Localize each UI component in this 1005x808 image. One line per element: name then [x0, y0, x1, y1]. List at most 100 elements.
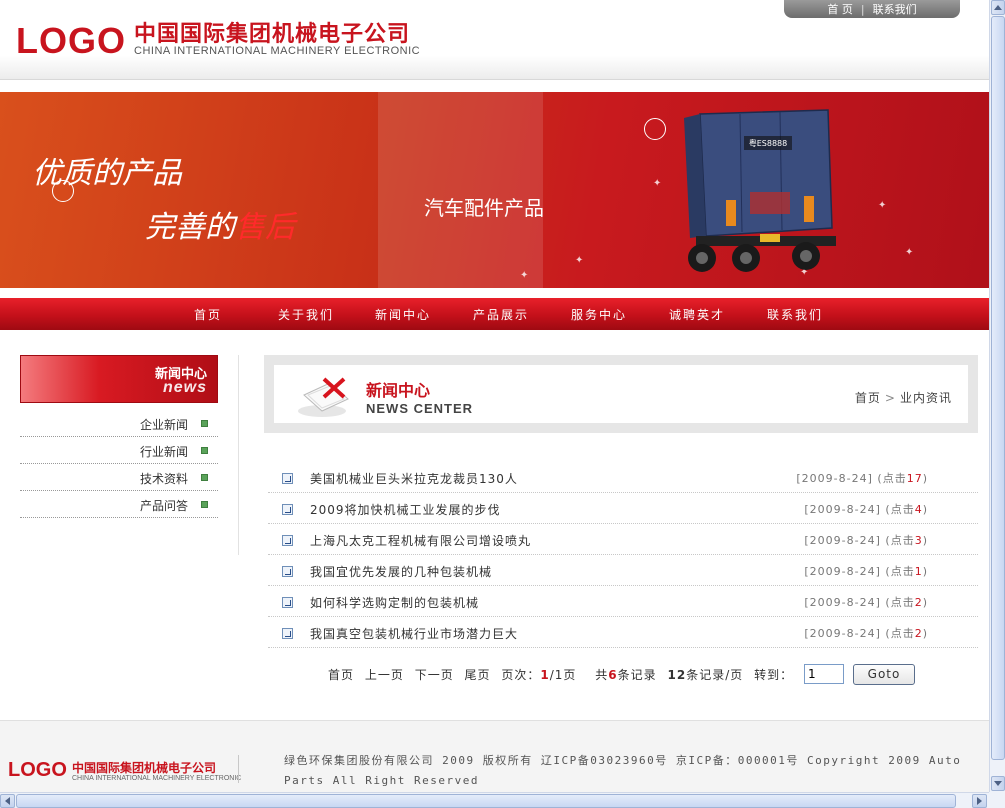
news-title-link[interactable]: 美国机械业巨头米拉克龙裁员130人 — [310, 470, 518, 487]
arrow-bullet-icon — [282, 473, 293, 484]
news-title-link[interactable]: 2009将加快机械工业发展的步伐 — [310, 501, 501, 518]
scroll-left-button[interactable] — [0, 794, 15, 808]
breadcrumb: 首页 > 业内资讯 — [855, 389, 952, 406]
nav-item-news[interactable]: 新闻中心 — [375, 306, 431, 323]
section-header-inner: 新闻中心 NEWS CENTER 首页 > 业内资讯 — [274, 365, 968, 423]
news-clicks-prefix: (点击 — [885, 596, 915, 609]
nav-item-careers[interactable]: 诚聘英才 — [669, 306, 725, 323]
site-footer: LOGO 中国国际集团机械电子公司 CHINA INTERNATIONAL MA… — [0, 720, 989, 792]
news-date: [2009-8-24] — [804, 503, 881, 516]
news-date: [2009-8-24] — [804, 627, 881, 640]
star-icon: ✦ — [520, 270, 529, 281]
slogan-line2-a: 完善的 — [145, 210, 235, 245]
logo[interactable]: LOGO — [16, 20, 126, 62]
top-link-home[interactable]: 首 页 — [827, 1, 853, 17]
news-title-link[interactable]: 上海凡太克工程机械有限公司增设喷丸 — [310, 532, 531, 549]
news-center-icon — [298, 377, 349, 417]
breadcrumb-home[interactable]: 首页 — [855, 391, 881, 405]
pager-goto-input[interactable] — [804, 664, 844, 684]
breadcrumb-current: 业内资讯 — [899, 391, 952, 405]
nav-item-service[interactable]: 服务中心 — [571, 306, 627, 323]
nav-item-products[interactable]: 产品展示 — [473, 306, 529, 323]
news-clicks: 3 — [914, 534, 923, 547]
vertical-scroll-thumb[interactable] — [991, 16, 1005, 760]
news-clicks-suffix: ) — [922, 565, 928, 578]
sidebar-item-product-faq[interactable]: 产品问答 — [20, 491, 218, 518]
top-link-separator: | — [860, 2, 865, 16]
news-clicks-suffix: ) — [922, 596, 928, 609]
pager-first-link[interactable]: 首页 — [328, 668, 354, 682]
bullet-square-icon — [201, 447, 208, 454]
sidebar-item-tech-docs[interactable]: 技术资料 — [20, 464, 218, 491]
news-meta: [2009-8-24] (点击4) — [804, 501, 928, 517]
breadcrumb-separator: > — [884, 391, 896, 405]
pager-goto-label: 转到： — [754, 668, 794, 682]
news-clicks: 1 — [914, 565, 923, 578]
horizontal-scrollbar[interactable] — [0, 792, 989, 808]
pager-total-info: 共6条记录 — [595, 668, 656, 682]
goto-button[interactable]: Goto — [853, 664, 915, 685]
banner-mid-panel — [378, 92, 543, 288]
pager-total-suffix: 条记录 — [617, 668, 657, 682]
news-clicks-prefix: (点击 — [885, 565, 915, 578]
arrow-left-icon — [5, 797, 10, 805]
pager-prev-link[interactable]: 上一页 — [365, 668, 404, 682]
arrow-right-icon — [977, 797, 982, 805]
star-icon: ✦ — [575, 255, 584, 266]
main-nav: 首页 关于我们 新闻中心 产品展示 服务中心 诚聘英才 联系我们 — [0, 298, 989, 330]
horizontal-scroll-thumb[interactable] — [16, 794, 956, 808]
news-row: 我国真空包装机械行业市场潜力巨大 [2009-8-24] (点击2) — [268, 617, 978, 648]
scroll-down-button[interactable] — [991, 776, 1005, 791]
news-list: 美国机械业巨头米拉克龙裁员130人 [2009-8-24] (点击17) 200… — [268, 462, 978, 648]
nav-item-home[interactable]: 首页 — [194, 306, 222, 323]
news-title-link[interactable]: 如何科学选购定制的包装机械 — [310, 594, 479, 611]
bullet-square-icon — [201, 420, 208, 427]
banner-title: 汽车配件产品 — [424, 196, 544, 220]
news-clicks-suffix: ) — [922, 627, 928, 640]
sidebar-item-label: 产品问答 — [139, 499, 188, 513]
truck-plate: 粤ES8888 — [749, 138, 788, 148]
star-icon: ✦ — [905, 247, 914, 258]
news-clicks-suffix: ) — [922, 472, 928, 485]
arrow-bullet-icon — [282, 597, 293, 608]
arrow-bullet-icon — [282, 566, 293, 577]
arrow-up-icon — [994, 5, 1002, 10]
top-link-contact[interactable]: 联系我们 — [873, 1, 917, 17]
news-clicks: 4 — [914, 503, 923, 516]
footer-company-cn: 中国国际集团机械电子公司 — [72, 761, 217, 775]
news-meta: [2009-8-24] (点击2) — [804, 594, 928, 610]
footer-divider — [238, 755, 239, 783]
vertical-scrollbar[interactable] — [989, 0, 1005, 792]
news-meta: [2009-8-24] (点击17) — [796, 470, 928, 486]
news-meta: [2009-8-24] (点击2) — [804, 625, 928, 641]
nav-item-about[interactable]: 关于我们 — [278, 306, 334, 323]
scroll-right-button[interactable] — [972, 794, 987, 808]
scrollbar-corner — [989, 792, 1005, 808]
news-date: [2009-8-24] — [804, 534, 881, 547]
nav-item-contact[interactable]: 联系我们 — [767, 306, 823, 323]
news-clicks-prefix: (点击 — [885, 627, 915, 640]
news-row: 美国机械业巨头米拉克龙裁员130人 [2009-8-24] (点击17) — [268, 462, 978, 493]
pager-page-total: /1页 — [549, 668, 577, 682]
company-name-en: CHINA INTERNATIONAL MACHINERY ELECTRONIC — [134, 45, 421, 57]
news-clicks: 2 — [914, 627, 923, 640]
hero-banner: 优质的产品 完善的售后 汽车配件产品 ✦ ✦ ✦ ✦ ✦ ✦ 粤ES8888 — [0, 92, 989, 288]
browser-viewport: LOGO 中国国际集团机械电子公司 CHINA INTERNATIONAL MA… — [0, 0, 989, 792]
sidebar-item-industry-news[interactable]: 行业新闻 — [20, 437, 218, 464]
news-title-link[interactable]: 我国宜优先发展的几种包装机械 — [310, 563, 492, 580]
pager-next-link[interactable]: 下一页 — [415, 668, 454, 682]
news-date: [2009-8-24] — [804, 565, 881, 578]
news-clicks: 2 — [914, 596, 923, 609]
news-clicks-prefix: (点击 — [885, 534, 915, 547]
sidebar-item-company-news[interactable]: 企业新闻 — [20, 410, 218, 437]
arrow-down-icon — [994, 781, 1002, 786]
arrow-bullet-icon — [282, 628, 293, 639]
news-title-link[interactable]: 我国真空包装机械行业市场潜力巨大 — [310, 625, 518, 642]
pager-per-page-info: 12条记录/页 — [667, 668, 743, 682]
pager-last-link[interactable]: 尾页 — [465, 668, 491, 682]
pager-total-count: 6 — [608, 668, 618, 682]
scroll-up-button[interactable] — [991, 0, 1005, 15]
news-clicks-suffix: ) — [922, 503, 928, 516]
news-clicks-suffix: ) — [922, 534, 928, 547]
site-header: LOGO 中国国际集团机械电子公司 CHINA INTERNATIONAL MA… — [0, 0, 989, 80]
